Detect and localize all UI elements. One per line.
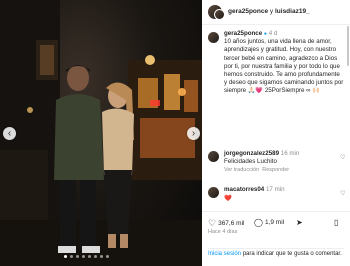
comment-username[interactable]: jorgegonzalez2589	[224, 150, 279, 157]
comment-like-icon[interactable]: ♡	[340, 190, 345, 197]
like-action[interactable]: ♡ 367,6 mil	[208, 218, 244, 229]
carousel-dots	[64, 255, 109, 258]
post-photo: ‹ ›	[0, 0, 202, 266]
next-photo-button[interactable]: ›	[187, 127, 200, 140]
carousel-dot	[64, 255, 67, 258]
comment-text: ❤️	[224, 195, 232, 202]
author-names[interactable]: gera25ponce y luisdiaz19_	[228, 8, 310, 15]
scrollbar[interactable]	[347, 26, 349, 66]
caption-avatar[interactable]	[208, 32, 219, 43]
author-username[interactable]: gera25ponce	[228, 8, 268, 15]
caption-text-block: gera25ponce ● 4 d 10 años juntos, una vid…	[224, 30, 344, 96]
carousel-dot	[94, 255, 97, 258]
comment-time: 16 min	[280, 150, 300, 157]
post-date: Hace 4 días	[208, 229, 238, 235]
comment-avatar[interactable]	[208, 187, 219, 198]
carousel-dot	[76, 255, 79, 258]
carousel-dot	[88, 255, 91, 258]
translate-link[interactable]: Ver traducción	[224, 167, 259, 173]
heart-icon[interactable]: ♡	[208, 218, 216, 229]
comment-header: jorgegonzalez2589 16 min	[224, 150, 299, 157]
login-link[interactable]: Inicia sesión	[208, 251, 241, 257]
post-side-panel: gera25ponce y luisdiaz19_ gera25ponce ● …	[202, 0, 350, 266]
comments-count: 1,9 mil	[264, 219, 285, 226]
comment-time: 17 min	[265, 186, 285, 193]
comment-actions: Ver traducción Responder	[224, 167, 289, 173]
photo-scene	[0, 0, 202, 266]
post-header: gera25ponce y luisdiaz19_	[202, 0, 350, 25]
verified-icon: ●	[263, 31, 267, 37]
comment-text: Felicidades Luchito	[224, 158, 277, 165]
reply-link[interactable]: Responder	[262, 167, 289, 173]
comment-avatar[interactable]	[208, 151, 219, 162]
save-action[interactable]: ▯	[334, 218, 338, 227]
comment-like-icon[interactable]: ♡	[340, 154, 345, 161]
share-action[interactable]: ➤	[296, 218, 303, 227]
caption-username[interactable]: gera25ponce	[224, 30, 262, 37]
comment-username[interactable]: macatorres04	[224, 186, 264, 193]
share-icon[interactable]: ➤	[296, 218, 303, 227]
carousel-dot	[106, 255, 109, 258]
caption-time: 4 d	[268, 30, 278, 37]
caption-text: 10 años juntos, una vida llena de amor, …	[224, 38, 344, 95]
coauthor-avatar[interactable]	[214, 9, 225, 20]
comment-header: macatorres04 17 min	[224, 186, 285, 193]
previous-photo-button[interactable]: ‹	[3, 127, 16, 140]
carousel-dot	[70, 255, 73, 258]
login-prompt-text: para indicar que te gusta o comentar.	[241, 251, 342, 257]
carousel-dot	[100, 255, 103, 258]
comment-icon[interactable]: ◯	[254, 218, 263, 227]
login-prompt: Inicia sesión para indicar que te gusta …	[208, 248, 344, 258]
likes-count: 367,6 mil	[218, 220, 245, 227]
action-bar: ♡ 367,6 mil ◯ 1,9 mil ➤ ▯	[202, 211, 350, 229]
carousel-dot	[82, 255, 85, 258]
coauthor-username[interactable]: luisdiaz19_	[275, 8, 310, 15]
bookmark-icon[interactable]: ▯	[334, 218, 338, 227]
comment-action[interactable]: ◯ 1,9 mil	[254, 218, 284, 227]
and-text: y	[268, 8, 275, 15]
